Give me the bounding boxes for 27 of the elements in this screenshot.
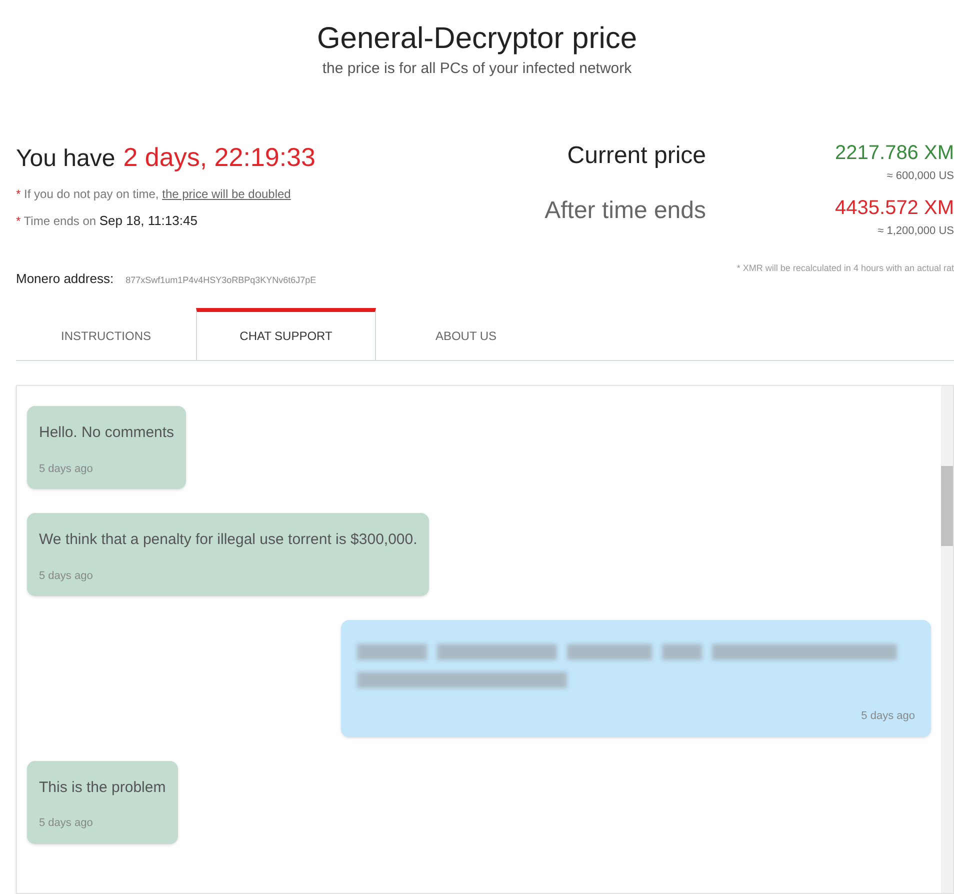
message-time: 5 days ago	[39, 816, 94, 831]
tab[interactable]: CHAT SUPPORT	[196, 308, 376, 360]
price-usd: ≈ 600,000 US	[886, 169, 954, 184]
price-amount: 4435.572 XM	[835, 196, 954, 221]
price-amount: 2217.786 XM	[835, 141, 954, 166]
message-text: We think that a penalty for illegal use torrent is $300,000.	[39, 530, 418, 550]
message-text: This is the problem	[39, 778, 166, 798]
rate-note: * XMR will be recalculated in 4 hours with an actual rat	[736, 262, 954, 275]
address-label: Monero address:	[16, 270, 114, 288]
page-subtitle: the price is for all PCs of your infected network	[322, 58, 632, 78]
doubled-link[interactable]: the price will be doubled	[162, 187, 291, 201]
timer-label: You have	[16, 144, 116, 174]
scrollbar[interactable]	[941, 386, 953, 893]
countdown: 2 days, 22:19:33	[123, 141, 316, 174]
price-label: After time ends	[544, 196, 706, 226]
timer-note: * If you do not pay on time, the price will be doubled	[16, 186, 292, 203]
monero-address: 877xSwf1um1P4v4HSY3oRBPq3KYNv6t6J7pE	[126, 274, 316, 287]
message-text: Hello. No comments	[39, 423, 174, 443]
timer-note: * Time ends on Sep 18, 11:13:45	[16, 212, 198, 230]
price-label: Current price	[566, 141, 706, 171]
message-time: 5 days ago	[39, 568, 94, 584]
tab[interactable]: ABOUT US	[376, 308, 556, 360]
price-usd: ≈ 1,200,000 US	[878, 224, 954, 239]
tab[interactable]: INSTRUCTIONS	[16, 308, 196, 360]
message-time: 5 days ago	[39, 462, 94, 476]
message-time: 5 days ago	[861, 709, 915, 724]
page-title: General-Decryptor price	[316, 21, 638, 57]
